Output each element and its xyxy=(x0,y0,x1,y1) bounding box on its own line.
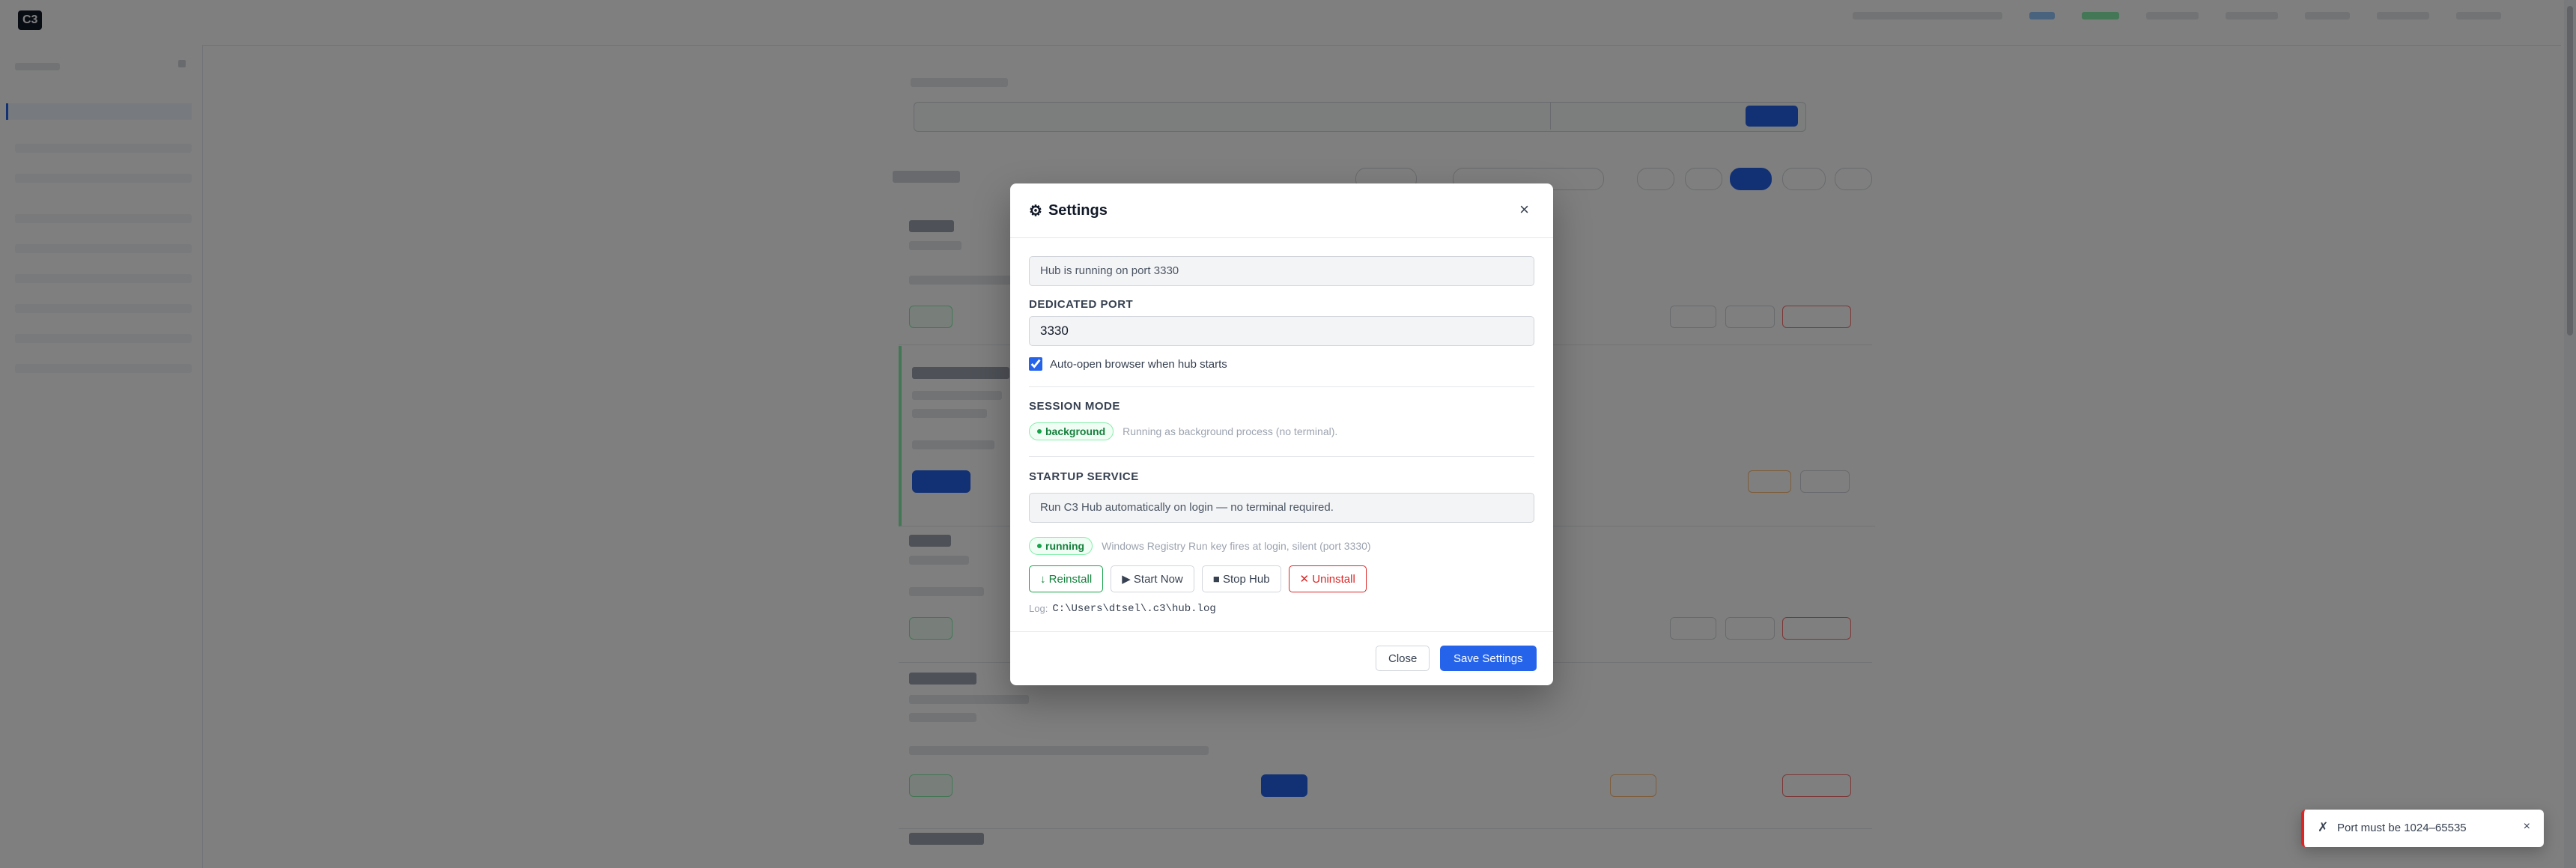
gear-icon: ⚙ xyxy=(1029,203,1042,219)
toast-message: Port must be 1024–65535 xyxy=(2337,822,2467,834)
session-mode-hint: Running as background process (no termin… xyxy=(1123,425,1338,437)
uninstall-button[interactable]: ✕ Uninstall xyxy=(1288,565,1367,592)
session-mode-badge-text: background xyxy=(1045,425,1106,437)
dialog-title: ⚙ Settings xyxy=(1029,201,1108,220)
session-mode-row: background Running as background process… xyxy=(1029,422,1337,440)
log-prefix: Log: xyxy=(1029,603,1048,614)
reinstall-button[interactable]: ↓ Reinstall xyxy=(1029,565,1104,592)
log-path-value: C:\Users\dtsel\.c3\hub.log xyxy=(1052,603,1216,615)
dialog-header: ⚙ Settings × xyxy=(1010,183,1553,238)
settings-dialog: ⚙ Settings × Hub is running on port 3330… xyxy=(1010,183,1553,685)
dialog-title-text: Settings xyxy=(1048,202,1108,219)
status-dot xyxy=(1037,429,1042,434)
startup-service-label: STARTUP SERVICE xyxy=(1029,470,1139,483)
close-button[interactable]: Close xyxy=(1376,646,1430,671)
hub-status-field: Hub is running on port 3330 xyxy=(1029,256,1534,286)
log-path: Log: C:\Users\dtsel\.c3\hub.log xyxy=(1029,603,1216,615)
divider xyxy=(1029,386,1534,387)
dedicated-port-input[interactable] xyxy=(1029,316,1534,346)
auto-open-checkbox[interactable] xyxy=(1029,357,1042,371)
close-icon[interactable]: × xyxy=(1519,200,1529,219)
startup-status-row: running Windows Registry Run key fires a… xyxy=(1029,537,1371,555)
error-icon: ✗ xyxy=(2318,820,2329,834)
session-mode-badge: background xyxy=(1029,422,1114,440)
auto-open-label: Auto-open browser when hub starts xyxy=(1050,357,1227,371)
startup-actions: ↓ Reinstall ▶ Start Now ■ Stop Hub ✕ Uni… xyxy=(1029,565,1367,592)
stop-hub-button[interactable]: ■ Stop Hub xyxy=(1201,565,1281,592)
startup-service-description: Run C3 Hub automatically on login — no t… xyxy=(1029,493,1534,523)
startup-status-hint: Windows Registry Run key fires at login,… xyxy=(1102,540,1371,552)
divider xyxy=(1029,456,1534,457)
toast-close-icon[interactable]: × xyxy=(2524,820,2530,834)
session-mode-label: SESSION MODE xyxy=(1029,400,1120,413)
start-now-button[interactable]: ▶ Start Now xyxy=(1111,565,1194,592)
dedicated-port-label: DEDICATED PORT xyxy=(1029,298,1134,311)
error-toast: ✗ Port must be 1024–65535 × xyxy=(2301,810,2544,847)
status-dot xyxy=(1037,544,1042,548)
startup-status-badge-text: running xyxy=(1045,540,1085,552)
auto-open-option[interactable]: Auto-open browser when hub starts xyxy=(1029,357,1227,371)
startup-status-badge: running xyxy=(1029,537,1093,555)
dialog-footer: Close Save Settings xyxy=(1010,631,1553,686)
save-settings-button[interactable]: Save Settings xyxy=(1440,646,1537,671)
